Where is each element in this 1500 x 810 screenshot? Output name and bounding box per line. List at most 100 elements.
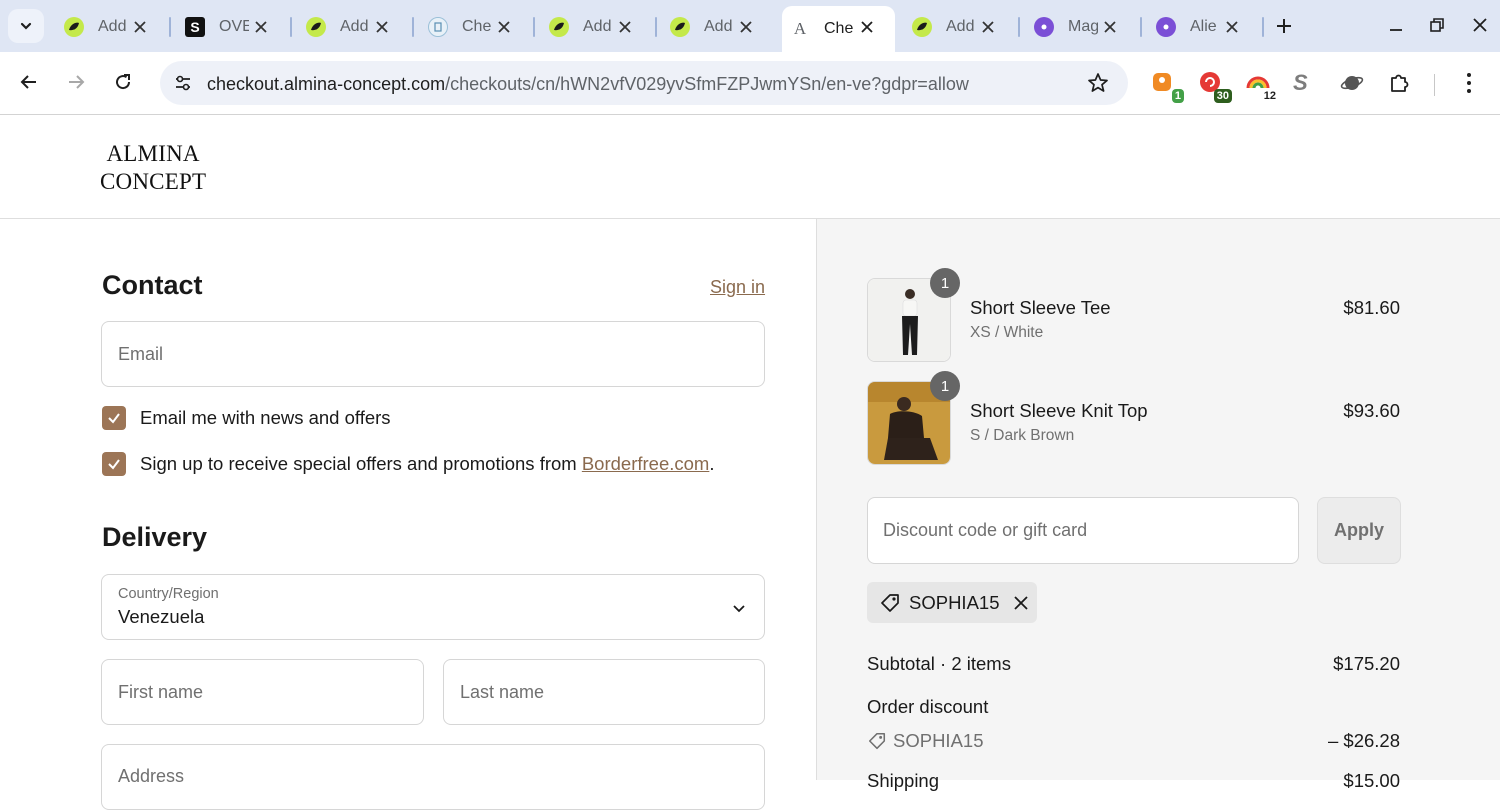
forward-button[interactable] [61,67,91,97]
s-extension-icon[interactable]: S [1293,70,1323,100]
purple-flower-icon [1034,17,1054,37]
discount-placeholder: Discount code or gift card [883,520,1088,540]
tab-title: Add [583,18,612,35]
checkout-form: Contact Sign in Email Email me with news… [0,219,816,810]
doc-icon [428,17,448,37]
address-bar[interactable]: checkout.almina-concept.com/checkouts/cn… [160,61,1128,105]
promo-label-suffix: . [709,453,715,474]
cart-item: 1 Short Sleeve Tee XS / White $81.60 [867,268,1400,362]
discount-code-text: SOPHIA15 [909,591,1000,613]
close-icon[interactable] [736,17,756,37]
planet-extension-icon[interactable] [1339,70,1369,100]
tab-search-button[interactable] [8,9,44,43]
browser-tab[interactable]: Add [56,8,168,46]
browser-tab[interactable]: Add [662,8,774,46]
item-variant: S / Dark Brown [970,427,1075,444]
tab-title: Che [462,18,492,35]
green-leaf-icon [549,17,569,37]
browser-tab[interactable]: Add [541,8,653,46]
news-offers-checkbox[interactable] [102,406,126,430]
browser-tab[interactable]: Mag [1026,8,1138,46]
browser-tab[interactable]: Add [904,8,1016,46]
browser-tab[interactable]: S OVE [177,8,289,46]
logo-line-2: CONCEPT [100,169,207,194]
promo-option: Sign up to receive special offers and pr… [102,452,714,476]
close-icon[interactable] [494,17,514,37]
tab-title: Add [704,18,733,35]
url-host: checkout.almina-concept.com [207,74,446,94]
tab-title: OVE [219,18,249,35]
forward-arrow-icon [69,75,85,89]
order-discount-code-row: SOPHIA15 [867,730,984,752]
rainbow-extension-icon[interactable]: 12 [1245,70,1279,103]
borderfree-link[interactable]: Borderfree.com [582,453,710,474]
bookmark-star-button[interactable] [1086,71,1110,95]
url-text: checkout.almina-concept.com/checkouts/cn… [207,74,969,95]
promo-checkbox[interactable] [102,452,126,476]
subtotal-label: Subtotal · 2 items [867,653,1011,674]
tag-icon [881,593,899,612]
reload-button[interactable] [108,67,138,97]
close-icon[interactable] [130,17,150,37]
browser-tab[interactable]: Che [420,8,532,46]
browser-menu-button[interactable] [1456,70,1486,100]
extensions-puzzle-icon[interactable] [1387,70,1417,100]
browser-tab[interactable]: Add [298,8,410,46]
close-icon[interactable] [372,17,392,37]
close-icon[interactable] [1222,17,1242,37]
green-leaf-icon [912,17,932,37]
almina-a-icon: A [793,19,807,38]
first-name-field[interactable]: First name [101,659,424,725]
restore-icon [1430,18,1444,32]
close-window-button[interactable] [1467,12,1493,38]
extension-badge: 30 [1213,89,1232,103]
apply-discount-button[interactable]: Apply [1317,497,1401,564]
close-icon [1473,18,1487,32]
last-name-field[interactable]: Last name [443,659,765,725]
tab-title: Che [824,20,854,37]
tab-title: Add [98,18,127,35]
close-icon[interactable] [615,17,635,37]
almina-logo[interactable]: ALMINA CONCEPT [100,140,206,196]
cart-item: 1 Short Sleeve Knit Top S / Dark Brown $… [867,371,1400,465]
red-extension-icon[interactable]: 30 [1198,70,1232,103]
url-path: /checkouts/cn/hWN2vfV029yvSfmFZPJwmYSn/e… [445,74,969,94]
green-leaf-icon [306,17,326,37]
site-info-button[interactable] [168,68,198,98]
shipping-label: Shipping [867,770,940,791]
minimize-button[interactable] [1383,12,1409,38]
quantity-badge: 1 [930,371,960,401]
email-placeholder: Email [118,344,164,364]
s-logo-icon: S [185,17,205,37]
green-leaf-icon [64,17,84,37]
browser-tab[interactable]: Alie [1148,8,1260,46]
discount-code-field[interactable]: Discount code or gift card [867,497,1299,564]
promo-label: Sign up to receive special offers and pr… [140,453,714,475]
close-icon[interactable] [857,17,877,37]
orange-extension-icon[interactable]: 1 [1150,70,1184,103]
checkmark-icon [108,413,120,424]
tab-title: Add [946,18,975,35]
last-name-placeholder: Last name [460,682,545,702]
back-button[interactable] [14,67,44,97]
close-icon[interactable] [251,17,271,37]
site-header: ALMINA CONCEPT [0,116,1500,219]
sign-in-link[interactable]: Sign in [710,277,765,298]
new-tab-button[interactable] [1272,14,1296,38]
country-label: Country/Region [118,586,219,602]
close-icon[interactable] [1100,17,1120,37]
remove-discount-button[interactable] [1012,594,1030,612]
browser-tab-active[interactable]: A Che [782,6,895,52]
delivery-heading: Delivery [102,522,208,552]
item-price: $81.60 [1343,297,1400,318]
chevron-down-icon [20,22,32,30]
close-icon[interactable] [978,17,998,37]
order-discount-code: SOPHIA15 [893,730,984,751]
country-select[interactable]: Country/Region Venezuela [101,574,765,640]
extension-badge: 1 [1171,89,1184,103]
address-field[interactable]: Address [101,744,765,810]
email-field[interactable]: Email [101,321,765,387]
country-value: Venezuela [118,606,205,627]
extension-badge: 12 [1260,89,1279,103]
restore-button[interactable] [1424,12,1450,38]
